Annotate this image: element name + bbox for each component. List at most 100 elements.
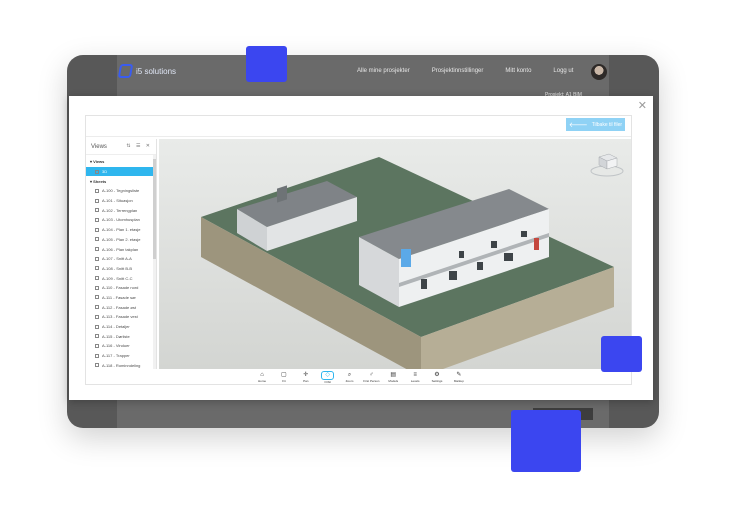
view-list-label: A-108 - Snitt B-B (102, 265, 133, 271)
back-to-files-button[interactable]: 🡐 Tilbake til filer (566, 118, 625, 131)
toolbar-button-first-person[interactable]: ♂ First Person (362, 372, 380, 383)
markup-icon: ✎ (456, 371, 462, 378)
toolbar-button-pan[interactable]: ✛ Pan (297, 372, 315, 383)
sheet-icon (95, 227, 99, 232)
sheet-icon (95, 276, 99, 281)
view-list-label: A-109 - Snitt C-C (102, 275, 133, 281)
panel-tools-icons[interactable]: ⇅ ☰ ✕ (126, 143, 152, 149)
view-list-item[interactable]: A-101 - Situasjon (86, 196, 156, 206)
toolbar-button-home[interactable]: ⌂ Home (253, 372, 271, 383)
decorative-square (511, 410, 581, 472)
view-list-item[interactable]: A-109 - Snitt C-C (86, 273, 156, 283)
view-list-item[interactable]: A-115 - Dørliste (86, 331, 156, 341)
brand-name: i5 solutions (136, 66, 177, 76)
view-list-item[interactable]: A-103 - Utomhusplan (86, 215, 156, 225)
home-icon: ⌂ (260, 371, 264, 378)
view-list-item[interactable]: A-100 - Tegningsliste (86, 186, 156, 196)
view-list-item[interactable]: A-114 - Detaljer (86, 322, 156, 332)
first-person-icon: ♂ (369, 371, 374, 378)
toolbar-button-levels[interactable]: ≡ Levels (406, 372, 424, 383)
views-list: ▾ Views 3D ▾ Sheets A-100 - Tegningsliste A-… (86, 155, 156, 369)
view-list-item[interactable]: A-104 - Plan 1. etasje (86, 225, 156, 235)
view-list-item[interactable]: A-110 - Fasade nord (86, 283, 156, 293)
orbit-icon: ◇ (321, 370, 334, 380)
viewer-modal: ✕ 🡐 Tilbake til filer Views ⇅ ☰ ✕ ▾ View… (69, 96, 653, 400)
viewcube-icon[interactable] (589, 151, 625, 177)
views-group-header[interactable]: ▾ Sheets (86, 176, 156, 186)
view-list-label: A-111 - Fasade sør (102, 294, 136, 300)
view-list-label: A-112 - Fasade øst (102, 304, 136, 310)
toolbar-button-label: First Person (363, 378, 380, 383)
view-list-item[interactable]: A-111 - Fasade sør (86, 293, 156, 303)
toolbar-button-markup[interactable]: ✎ Markup (450, 372, 468, 383)
sheet-icon (95, 314, 99, 319)
view-list-label: A-105 - Plan 2. etasje (102, 236, 141, 242)
views-panel: Views ⇅ ☰ ✕ ▾ Views 3D ▾ Sheets A-100 - Teg… (86, 139, 157, 369)
sheet-icon (95, 208, 99, 213)
sheet-icon (95, 198, 99, 203)
nav-link-account[interactable]: Mitt konto (505, 68, 531, 74)
view-list-label: A-103 - Utomhusplan (102, 217, 140, 223)
view-list-item[interactable]: A-107 - Snitt A-A (86, 254, 156, 264)
view-list-label: A-116 - Vinduer (102, 343, 130, 349)
scrollbar-thumb[interactable] (153, 159, 156, 259)
arrow-left-icon: 🡐 (568, 122, 588, 129)
sheet-icon (95, 169, 99, 174)
toolbar-button-settings[interactable]: ⚙ Settings (428, 372, 446, 383)
sheet-icon (95, 266, 99, 271)
view-list-label: A-102 - Terrengplan (102, 207, 138, 213)
view-list-item[interactable]: A-117 - Trapper (86, 351, 156, 361)
nav-link-projects[interactable]: Alle mine prosjekter (357, 68, 410, 74)
view-list-item[interactable]: A-112 - Fasade øst (86, 302, 156, 312)
decorative-square (601, 336, 642, 372)
brand-logo[interactable]: i5 solutions (117, 64, 177, 78)
toolbar-button-label: Models (388, 378, 399, 383)
views-panel-title: Views (91, 143, 107, 150)
close-icon[interactable]: ✕ (638, 99, 647, 112)
zoom-icon: ⌕ (347, 371, 352, 378)
view-list-label: A-118 - Rominndeling (102, 362, 141, 368)
view-list-item[interactable]: A-113 - Fasade vest (86, 312, 156, 322)
toolbar-button-label: Home (257, 378, 266, 383)
toolbar-button-models[interactable]: ▤ Models (384, 372, 402, 383)
3d-canvas[interactable] (159, 139, 631, 369)
nav-link-project-settings[interactable]: Prosjektinnstillinger (432, 68, 484, 74)
view-list-item[interactable]: 3D (86, 166, 156, 177)
sheet-icon (95, 363, 99, 368)
sheet-icon (95, 237, 99, 242)
models-icon: ▤ (390, 371, 397, 378)
glass-panel (401, 249, 411, 267)
toolbar-button-zoom[interactable]: ⌕ Zoom (341, 372, 359, 383)
view-list-label: A-115 - Dørliste (102, 333, 130, 339)
view-list-item[interactable]: A-118 - Rominndeling (86, 360, 156, 369)
view-list-label: 3D (102, 169, 108, 175)
view-list-label: ▾ Sheets (90, 178, 107, 184)
sheet-icon (95, 353, 99, 358)
view-list-label: A-100 - Tegningsliste (102, 188, 140, 194)
view-list-item[interactable]: A-102 - Terrengplan (86, 205, 156, 215)
sheet-icon (95, 256, 99, 261)
avatar[interactable] (591, 64, 607, 80)
view-list-item[interactable]: A-106 - Plan takplan (86, 244, 156, 254)
view-list-label: A-113 - Fasade vest (102, 314, 138, 320)
decorative-square (246, 46, 287, 82)
toolbar-button-orbit[interactable]: ◇ Orbit (319, 370, 337, 384)
view-list-label: A-106 - Plan takplan (102, 246, 139, 252)
toolbar-button-label: Markup (453, 378, 464, 383)
sheet-icon (95, 295, 99, 300)
sheet-icon (95, 217, 99, 222)
view-list-item[interactable]: A-105 - Plan 2. etasje (86, 235, 156, 245)
toolbar-button-fit[interactable]: ▢ Fit (275, 372, 293, 383)
nav-link-logout[interactable]: Logg ut (553, 68, 573, 74)
sheet-icon (95, 324, 99, 329)
views-panel-header: Views ⇅ ☰ ✕ (86, 139, 156, 155)
stage: i5 solutions Alle mine prosjekter Prosje… (0, 0, 751, 511)
view-list-item[interactable]: A-108 - Snitt B-B (86, 264, 156, 274)
views-scrollbar[interactable] (153, 155, 156, 369)
back-button-label: Tilbake til filer (591, 121, 623, 128)
view-list-item[interactable]: A-116 - Vinduer (86, 341, 156, 351)
views-group-header[interactable]: ▾ Views (86, 157, 156, 167)
sheet-icon (95, 188, 99, 193)
viewer-toolbar: ⌂ Home ▢ Fit ✛ Pan ◇ Orbit ⌕ Zoom ♂ First Person ▤ Mo… (253, 369, 468, 385)
view-list-label: A-110 - Fasade nord (102, 285, 139, 291)
